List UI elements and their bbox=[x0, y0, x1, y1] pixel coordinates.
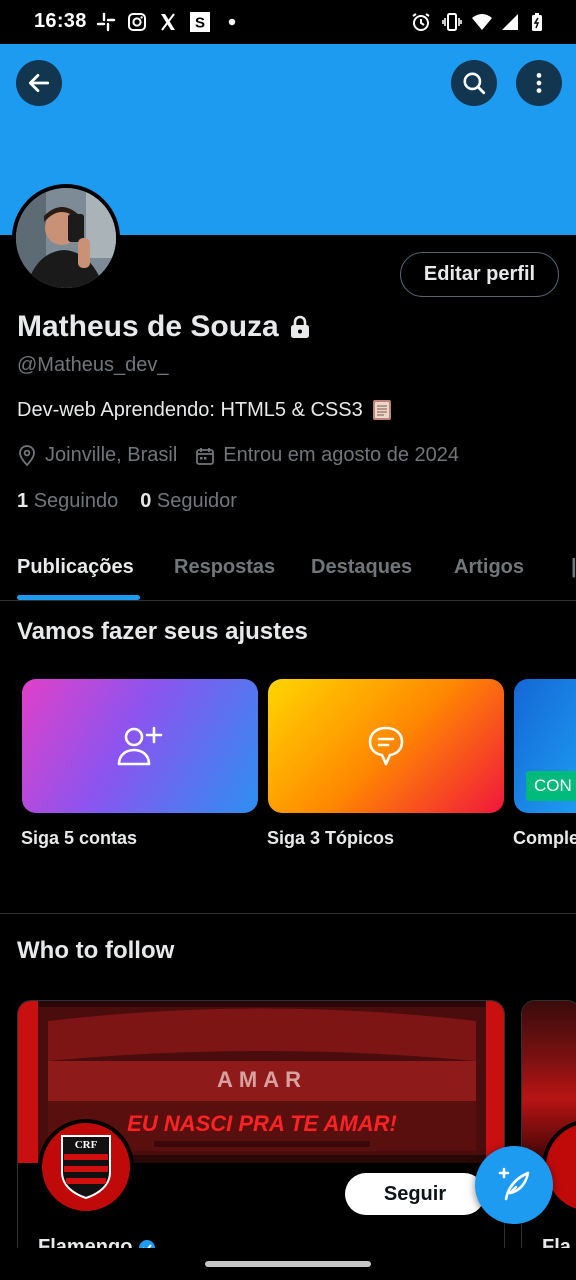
follow-topics-label: Siga 3 Tópicos bbox=[267, 828, 395, 848]
svg-text:CRF: CRF bbox=[75, 1139, 98, 1151]
add-user-icon bbox=[117, 726, 163, 766]
followers-count: 0 bbox=[140, 490, 152, 512]
follow-button[interactable]: Seguir bbox=[345, 1173, 485, 1215]
home-indicator[interactable] bbox=[205, 1261, 371, 1267]
avatar-photo bbox=[16, 188, 116, 288]
signal-icon bbox=[502, 14, 518, 30]
profile-meta-row: Joinville, Brasil Entrou em agosto de 20… bbox=[17, 444, 477, 467]
complete-profile-label: Comple bbox=[513, 828, 576, 848]
compose-feather-icon bbox=[498, 1167, 530, 1201]
location: Joinville, Brasil bbox=[17, 444, 177, 467]
flamengo-logo: CRF bbox=[38, 1119, 134, 1215]
follow-accounts-card[interactable] bbox=[22, 679, 258, 813]
follow-accounts-label: Siga 5 contas bbox=[21, 828, 138, 848]
joined-text: Entrou em agosto de 2024 bbox=[223, 444, 459, 466]
instagram-icon bbox=[128, 13, 146, 31]
vibrate-icon bbox=[442, 13, 462, 31]
back-arrow-icon bbox=[28, 74, 50, 92]
banner-small-text: AMAR bbox=[217, 1067, 307, 1092]
x-icon bbox=[161, 13, 175, 31]
search-icon bbox=[463, 72, 486, 95]
followers-label: Seguidor bbox=[156, 490, 237, 512]
calendar-icon bbox=[196, 447, 215, 465]
more-options-button[interactable] bbox=[516, 60, 562, 106]
suggested-account-card-2[interactable] bbox=[521, 1000, 576, 1260]
more-vertical-icon bbox=[536, 73, 542, 93]
tab-artigos[interactable]: Artigos bbox=[454, 556, 524, 579]
follow-stats: 1 Seguindo 0 Seguidor bbox=[17, 490, 237, 513]
edit-profile-button[interactable]: Editar perfil bbox=[400, 252, 559, 297]
banner-slogan: EU NASCI PRA TE AMAR! bbox=[127, 1111, 397, 1136]
avatar[interactable] bbox=[12, 184, 120, 292]
section-divider bbox=[0, 913, 576, 914]
setup-section-title: Vamos fazer seus ajustes bbox=[17, 618, 308, 645]
dot-icon bbox=[228, 18, 236, 26]
location-pin-icon bbox=[19, 444, 35, 466]
tab-destaques[interactable]: Destaques bbox=[311, 556, 412, 579]
flamengo-crest-icon: CRF bbox=[61, 1135, 111, 1200]
wifi-icon bbox=[472, 14, 492, 30]
followers-link[interactable]: 0 Seguidor bbox=[140, 490, 237, 513]
following-label: Seguindo bbox=[33, 490, 119, 512]
system-nav-bar bbox=[0, 1248, 576, 1280]
complete-badge: CON bbox=[526, 771, 576, 801]
battery-icon bbox=[532, 13, 542, 31]
status-time: 16:38 bbox=[34, 10, 87, 32]
book-icon bbox=[372, 400, 391, 420]
location-text: Joinville, Brasil bbox=[45, 444, 178, 466]
alarm-icon bbox=[412, 13, 430, 31]
tab-respostas[interactable]: Respostas bbox=[174, 556, 275, 579]
joined-date: Entrou em agosto de 2024 bbox=[195, 444, 459, 467]
svg-text:S: S bbox=[195, 15, 205, 32]
back-button[interactable] bbox=[16, 60, 62, 106]
profile-name: Matheus de Souza bbox=[17, 310, 279, 343]
profile-bio: Dev-web Aprendendo: HTML5 & CSS3 bbox=[17, 398, 363, 421]
profile-tabs: Publicações Respostas Destaques Artigos … bbox=[0, 550, 576, 601]
profile-handle: @Matheus_dev_ bbox=[17, 354, 169, 376]
complete-profile-card[interactable]: CON bbox=[514, 679, 576, 813]
compose-post-button[interactable] bbox=[475, 1146, 553, 1224]
profile-name-row: Matheus de Souza bbox=[17, 310, 311, 344]
follow-topics-card[interactable] bbox=[268, 679, 504, 813]
s-app-icon: S bbox=[190, 12, 210, 32]
suggested-account-card[interactable]: AMAR EU NASCI PRA TE AMAR! CRF bbox=[17, 1000, 505, 1260]
tab-overflow[interactable]: | bbox=[571, 556, 576, 579]
active-tab-indicator bbox=[17, 595, 140, 600]
following-link[interactable]: 1 Seguindo bbox=[17, 490, 118, 513]
search-button[interactable] bbox=[451, 60, 497, 106]
profile-bio-row: Dev-web Aprendendo: HTML5 & CSS3 bbox=[17, 398, 393, 422]
topic-bubble-icon bbox=[368, 726, 404, 766]
who-to-follow-title: Who to follow bbox=[17, 937, 175, 964]
status-bar: 16:38 S bbox=[0, 0, 576, 44]
lock-icon bbox=[290, 315, 309, 338]
slack-icon bbox=[96, 12, 116, 32]
tab-publicacoes[interactable]: Publicações bbox=[17, 556, 134, 579]
following-count: 1 bbox=[17, 490, 29, 512]
